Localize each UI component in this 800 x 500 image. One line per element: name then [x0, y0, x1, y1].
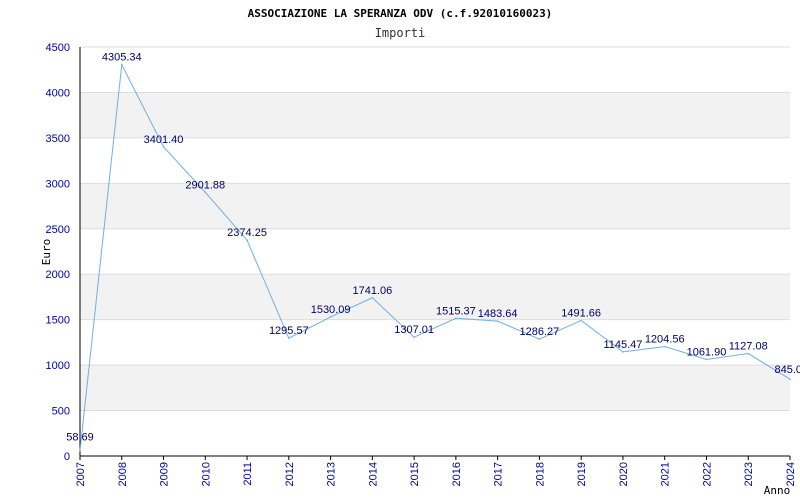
y-tick-label: 1500 [46, 315, 70, 327]
data-label: 1491.66 [561, 307, 601, 319]
data-label: 1307.01 [394, 324, 434, 336]
y-tick-label: 1000 [46, 360, 70, 372]
data-label: 1483.64 [478, 308, 518, 320]
data-label: 1295.57 [269, 325, 309, 337]
data-label: 58.69 [66, 432, 94, 444]
data-label: 2901.88 [185, 179, 225, 191]
data-point [663, 345, 666, 348]
y-tick-label: 2000 [46, 269, 70, 281]
data-point [747, 352, 750, 355]
x-tick-label: 2018 [534, 462, 546, 486]
x-tick-label: 2024 [785, 462, 797, 486]
data-point [162, 146, 165, 148]
data-point [496, 320, 499, 322]
x-tick-label: 2016 [451, 462, 463, 486]
x-tick-label: 2013 [326, 462, 338, 486]
grid-band [80, 365, 790, 411]
data-point [705, 358, 708, 361]
x-tick-label: 2017 [493, 462, 505, 486]
x-tick-label: 2023 [743, 462, 755, 486]
line-chart: ASSOCIAZIONE LA SPERANZA ODV (c.f.920101… [40, 7, 800, 497]
x-tick-label: 2019 [576, 462, 588, 486]
x-tick-label: 2014 [367, 462, 379, 486]
data-point [455, 317, 457, 320]
data-label: 1530.09 [311, 304, 351, 316]
data-point [288, 337, 290, 340]
x-axis-label: Anno [764, 484, 791, 497]
y-tick-label: 4500 [46, 42, 70, 54]
y-tick-label: 3000 [46, 178, 70, 190]
data-point [120, 63, 123, 66]
data-point [622, 351, 624, 353]
data-label: 3401.40 [144, 134, 184, 146]
data-point [79, 449, 81, 452]
data-point [329, 316, 332, 318]
x-tick-label: 2022 [701, 462, 713, 486]
data-point [580, 319, 582, 322]
y-tick-label: 500 [52, 406, 70, 418]
x-tick-label: 2021 [660, 462, 672, 486]
y-tick-label: 2500 [46, 224, 70, 236]
data-point [413, 336, 415, 339]
data-label: 1061.90 [687, 346, 727, 358]
data-point [246, 239, 248, 242]
data-label: 1127.08 [729, 341, 768, 353]
chart-container: ASSOCIAZIONE LA SPERANZA ODV (c.f.920101… [0, 0, 800, 500]
data-label: 4305.34 [102, 52, 142, 64]
y-tick-label: 0 [64, 451, 70, 463]
data-label: 1204.56 [645, 334, 685, 346]
x-tick-label: 2007 [75, 462, 87, 486]
x-tick-label: 2012 [284, 462, 296, 486]
x-tick-label: 2010 [200, 462, 212, 486]
y-tick-label: 3500 [46, 133, 70, 145]
grid-band [80, 92, 790, 138]
data-label: 1145.47 [603, 339, 642, 351]
data-label: 1515.37 [436, 305, 476, 317]
data-label: 2374.25 [227, 227, 267, 239]
chart-subtitle: Importi [375, 26, 426, 40]
data-label: 845.0 [774, 364, 800, 376]
x-tick-labels: 2007 2008 2009 2010 2011 2012 2013 2014 2015 2016… [75, 462, 797, 486]
data-point [371, 296, 374, 299]
y-tick-label: 4000 [46, 87, 70, 99]
x-tick-label: 2011 [242, 462, 254, 486]
data-point [204, 191, 207, 194]
x-tick-label: 2009 [159, 462, 171, 486]
x-tick-label: 2008 [117, 462, 129, 486]
data-label: 1741.06 [352, 285, 392, 297]
x-tick-label: 2020 [618, 462, 630, 486]
data-point [538, 338, 541, 340]
grid-bands [80, 92, 790, 411]
x-tick-label: 2015 [409, 462, 421, 486]
chart-title: ASSOCIAZIONE LA SPERANZA ODV (c.f.920101… [248, 7, 553, 20]
data-point [789, 378, 791, 380]
y-axis-label: Euro [40, 239, 53, 266]
data-label: 1286.27 [520, 326, 560, 338]
